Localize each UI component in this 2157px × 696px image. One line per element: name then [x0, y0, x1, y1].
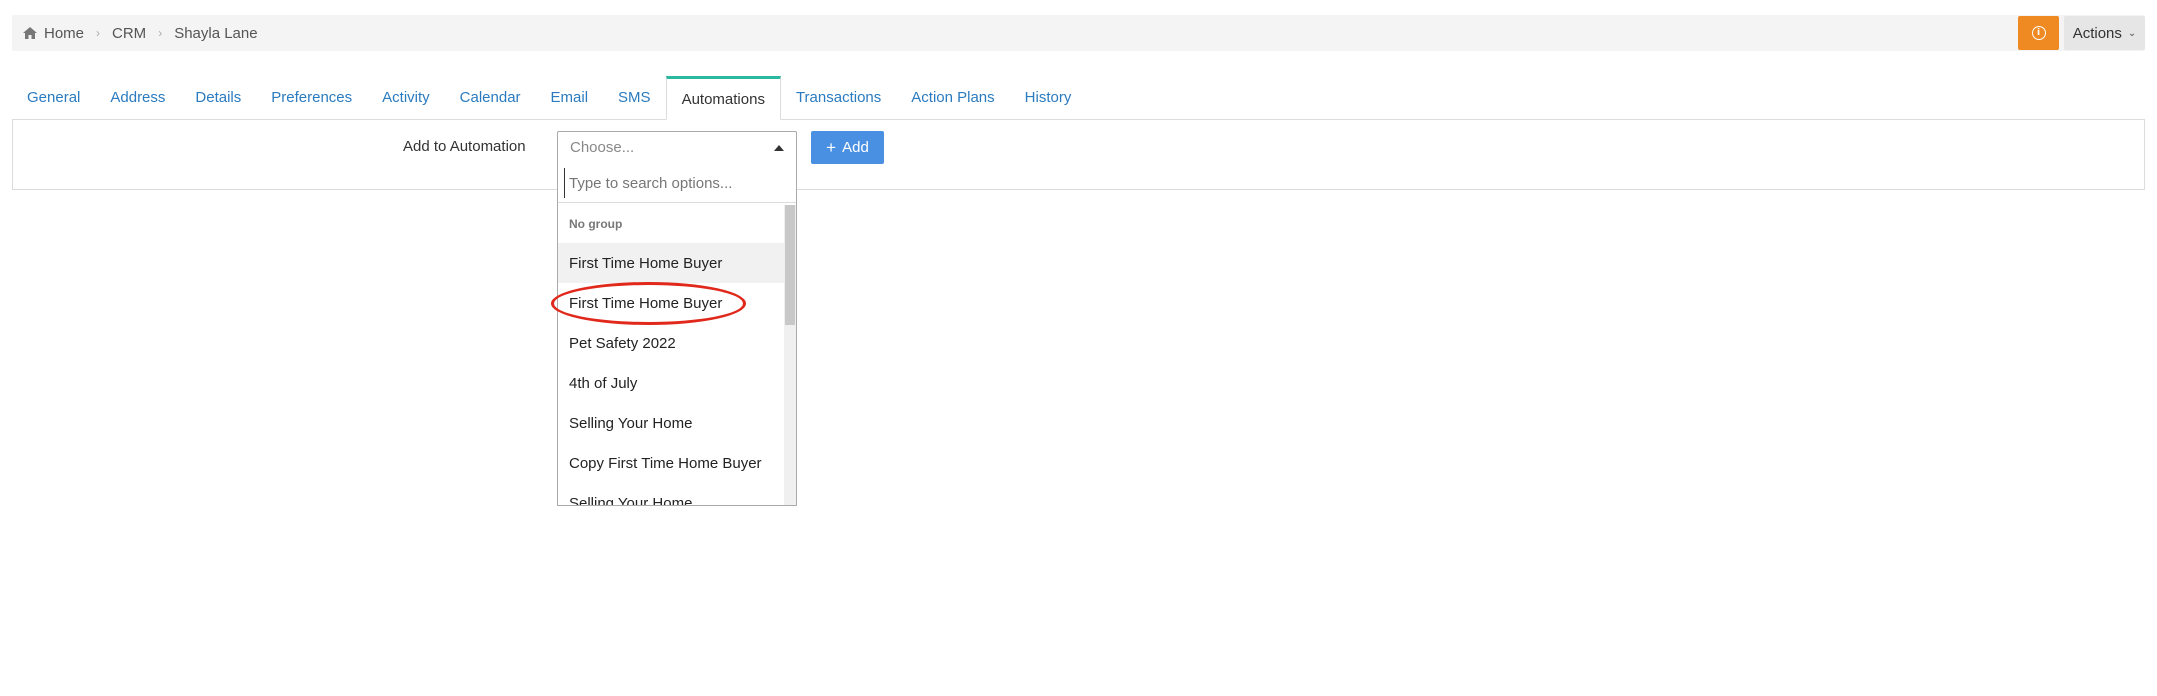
option-item[interactable]: Pet Safety 2022 — [558, 323, 784, 363]
add-button[interactable]: + Add — [811, 131, 884, 164]
dropdown-search-input[interactable] — [564, 168, 790, 198]
alert-button[interactable]: i — [2018, 16, 2059, 50]
tab-email[interactable]: Email — [536, 76, 604, 119]
tab-calendar[interactable]: Calendar — [445, 76, 536, 119]
breadcrumb-contact: Shayla Lane — [174, 24, 258, 42]
option-item[interactable]: Copy First Time Home Buyer — [558, 443, 784, 483]
add-button-label: Add — [842, 139, 869, 156]
automations-panel — [12, 120, 2145, 190]
select-placeholder: Choose... — [570, 139, 635, 156]
tab-automations[interactable]: Automations — [665, 76, 781, 120]
tab-details[interactable]: Details — [180, 76, 256, 119]
highlight-annotation — [551, 282, 746, 325]
tab-address[interactable]: Address — [95, 76, 180, 119]
option-item[interactable]: 4th of July — [558, 363, 784, 403]
add-to-automation-label: Add to Automation — [403, 138, 526, 155]
scrollbar-thumb[interactable] — [785, 205, 795, 325]
option-item[interactable]: First Time Home Buyer — [558, 243, 784, 283]
info-icon: i — [2031, 26, 2046, 40]
tab-transactions[interactable]: Transactions — [781, 76, 896, 119]
tab-history[interactable]: History — [1010, 76, 1087, 119]
breadcrumb-home[interactable]: Home — [44, 25, 84, 42]
top-bar: Home › CRM › Shayla Lane i Actions ⌄ — [12, 15, 2145, 51]
caret-up-icon — [774, 145, 784, 151]
chevron-down-icon: ⌄ — [2127, 27, 2137, 39]
option-item[interactable]: Selling Your Home — [558, 403, 784, 443]
chevron-right-icon: › — [158, 26, 163, 40]
tab-sms[interactable]: SMS — [603, 76, 666, 119]
tab-bar: General Address Details Preferences Acti… — [12, 76, 2145, 120]
tab-general[interactable]: General — [12, 76, 95, 119]
option-group-label: No group — [569, 217, 623, 231]
options-list: No group First Time Home Buyer First Tim… — [558, 205, 784, 506]
breadcrumb-crm[interactable]: CRM — [112, 25, 146, 42]
chevron-right-icon: › — [96, 26, 101, 40]
tab-preferences[interactable]: Preferences — [256, 76, 367, 119]
home-icon — [23, 27, 37, 39]
dropdown-search-wrap — [558, 163, 796, 203]
automation-dropdown: No group First Time Home Buyer First Tim… — [557, 163, 797, 506]
tab-activity[interactable]: Activity — [367, 76, 445, 119]
breadcrumb: Home › CRM › Shayla Lane — [22, 15, 258, 51]
option-item[interactable]: Selling Your Home — [558, 483, 784, 506]
dropdown-scrollbar[interactable] — [784, 205, 796, 505]
automation-select[interactable]: Choose... — [557, 131, 797, 164]
actions-label: Actions — [2072, 24, 2122, 42]
actions-dropdown-button[interactable]: Actions ⌄ — [2064, 16, 2145, 50]
tab-action-plans[interactable]: Action Plans — [896, 76, 1009, 119]
plus-icon: + — [826, 138, 837, 157]
